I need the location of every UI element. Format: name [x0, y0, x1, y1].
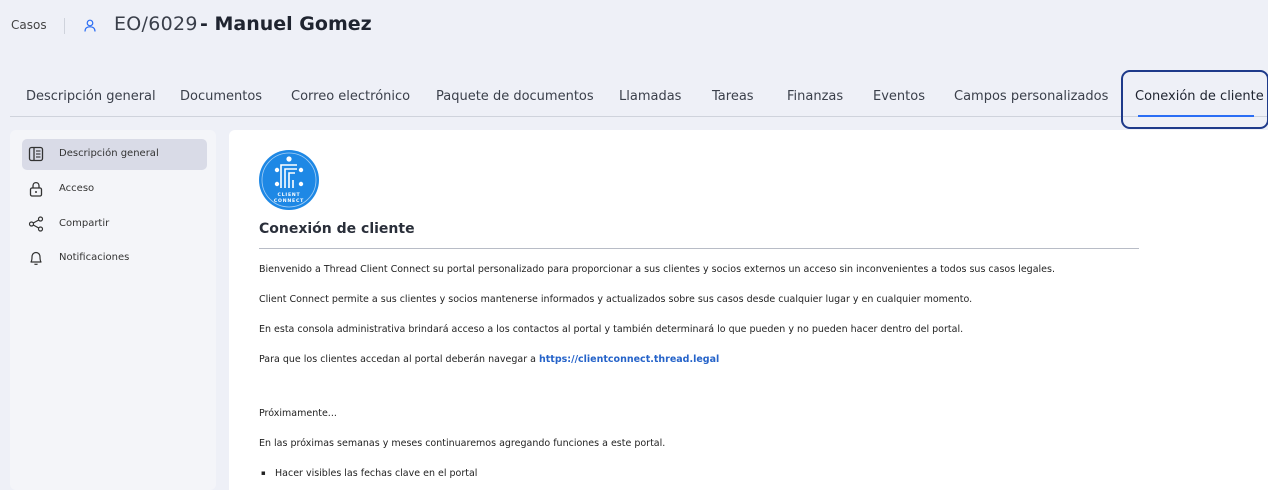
tab-documentos[interactable]: Documentos — [180, 89, 262, 104]
sidebar-item-acceso[interactable]: Acceso — [22, 174, 207, 205]
title-divider — [259, 248, 1139, 249]
sidebar: Descripción general Acceso Compartir Not… — [10, 130, 216, 490]
case-name: - Manuel Gomez — [200, 13, 372, 35]
sidebar-item-compartir[interactable]: Compartir — [22, 209, 207, 240]
breadcrumb-casos[interactable]: Casos — [11, 18, 47, 32]
case-id: EO/6029 — [114, 13, 198, 35]
tab-conexion-cliente[interactable]: Conexión de cliente — [1135, 89, 1264, 104]
lock-icon — [29, 181, 43, 197]
active-tab-underline — [1138, 115, 1254, 117]
tab-finanzas[interactable]: Finanzas — [787, 89, 843, 104]
info-paragraph: Client Connect permite a sus clientes y … — [259, 294, 973, 305]
list-item: Hacer visibles las fechas clave en el po… — [259, 468, 477, 479]
page-header: Casos EO/6029 - Manuel Gomez — [0, 0, 1268, 60]
tab-campos-personalizados[interactable]: Campos personalizados — [954, 89, 1108, 104]
user-icon — [84, 19, 96, 32]
sidebar-item-label: Notificaciones — [59, 252, 130, 263]
tab-paquete-documentos[interactable]: Paquete de documentos — [436, 89, 594, 104]
sidebar-item-notificaciones[interactable]: Notificaciones — [22, 243, 207, 274]
share-icon — [28, 216, 44, 232]
tab-tareas[interactable]: Tareas — [712, 89, 754, 104]
client-connect-logo: CLIENT CONNECT — [259, 150, 319, 210]
portal-paragraph: Para que los clientes accedan al portal … — [259, 354, 719, 365]
console-paragraph: En esta consola administrativa brindará … — [259, 324, 964, 335]
tab-descripcion-general[interactable]: Descripción general — [26, 89, 156, 104]
intro-paragraph: Bienvenido a Thread Client Connect su po… — [259, 264, 1055, 275]
coming-soon-paragraph: En las próximas semanas y meses continua… — [259, 438, 666, 449]
portal-text: Para que los clientes accedan al portal … — [259, 354, 539, 365]
breadcrumb-separator — [64, 18, 65, 34]
portal-link[interactable]: https://clientconnect.thread.legal — [539, 354, 719, 365]
svg-text:CLIENT: CLIENT — [278, 192, 301, 198]
tab-correo-electronico[interactable]: Correo electrónico — [291, 89, 410, 104]
sidebar-item-label: Compartir — [59, 218, 110, 229]
main-content: CLIENT CONNECT Conexión de cliente Bienv… — [229, 130, 1268, 490]
section-title: Conexión de cliente — [259, 221, 415, 237]
sidebar-item-label: Acceso — [59, 183, 95, 194]
coming-soon-heading: Próximamente... — [259, 408, 337, 419]
svg-text:CONNECT: CONNECT — [274, 198, 304, 204]
bell-icon — [30, 251, 42, 265]
sidebar-item-descripcion-general[interactable]: Descripción general — [22, 139, 207, 170]
tab-eventos[interactable]: Eventos — [873, 89, 925, 104]
sidebar-item-label: Descripción general — [59, 148, 159, 159]
tab-llamadas[interactable]: Llamadas — [619, 89, 681, 104]
overview-icon — [28, 146, 44, 162]
tab-bar: Descripción general Documentos Correo el… — [10, 70, 1268, 129]
